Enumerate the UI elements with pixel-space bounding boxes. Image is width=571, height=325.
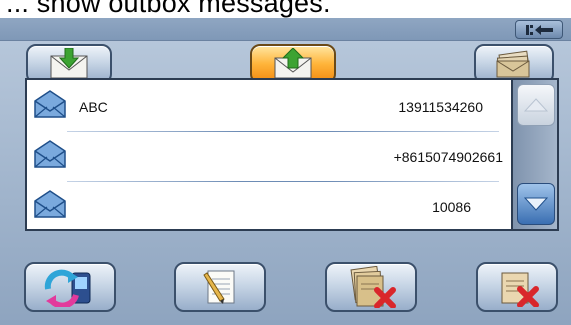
delete-message-icon <box>501 272 539 307</box>
delete-button[interactable] <box>476 262 558 312</box>
message-row[interactable]: +8615074902661 <box>27 132 511 182</box>
message-number: +8615074902661 <box>393 149 503 165</box>
scroll-up-icon <box>524 98 548 112</box>
scroll-down-icon <box>524 197 548 211</box>
message-row[interactable]: ABC 13911534260 <box>27 82 511 132</box>
scroll-up-button[interactable] <box>517 84 555 126</box>
outbox-upload-envelope-icon <box>274 48 312 79</box>
envelope-icon <box>34 190 66 218</box>
delete-all-button[interactable] <box>325 262 417 312</box>
message-row[interactable]: 10086 <box>27 182 511 232</box>
inbox-download-envelope-icon <box>50 48 88 79</box>
sync-phone-icon <box>44 269 91 307</box>
instruction-caption: ... show outbox messages. <box>0 0 571 20</box>
message-number: 13911534260 <box>398 99 483 115</box>
message-list: ABC 13911534260 +8615074902661 10086 <box>25 78 513 231</box>
screen: ... show outbox messages. ABC 1391153426… <box>0 0 571 325</box>
compose-button[interactable] <box>174 262 266 312</box>
scrollbar[interactable] <box>513 78 559 231</box>
back-arrow-icon <box>526 25 553 35</box>
envelope-icon <box>34 140 66 168</box>
scroll-down-button[interactable] <box>517 183 555 225</box>
top-bar <box>0 18 571 41</box>
message-name: ABC <box>79 99 108 115</box>
envelope-icon <box>34 90 66 118</box>
compose-note-icon <box>203 270 235 304</box>
drafts-stack-envelope-icon <box>496 50 530 78</box>
delete-all-messages-icon <box>350 266 396 308</box>
caption-text: ... show outbox messages. <box>6 0 331 18</box>
back-button[interactable] <box>515 20 563 39</box>
sync-button[interactable] <box>24 262 116 312</box>
message-number: 10086 <box>432 199 471 215</box>
